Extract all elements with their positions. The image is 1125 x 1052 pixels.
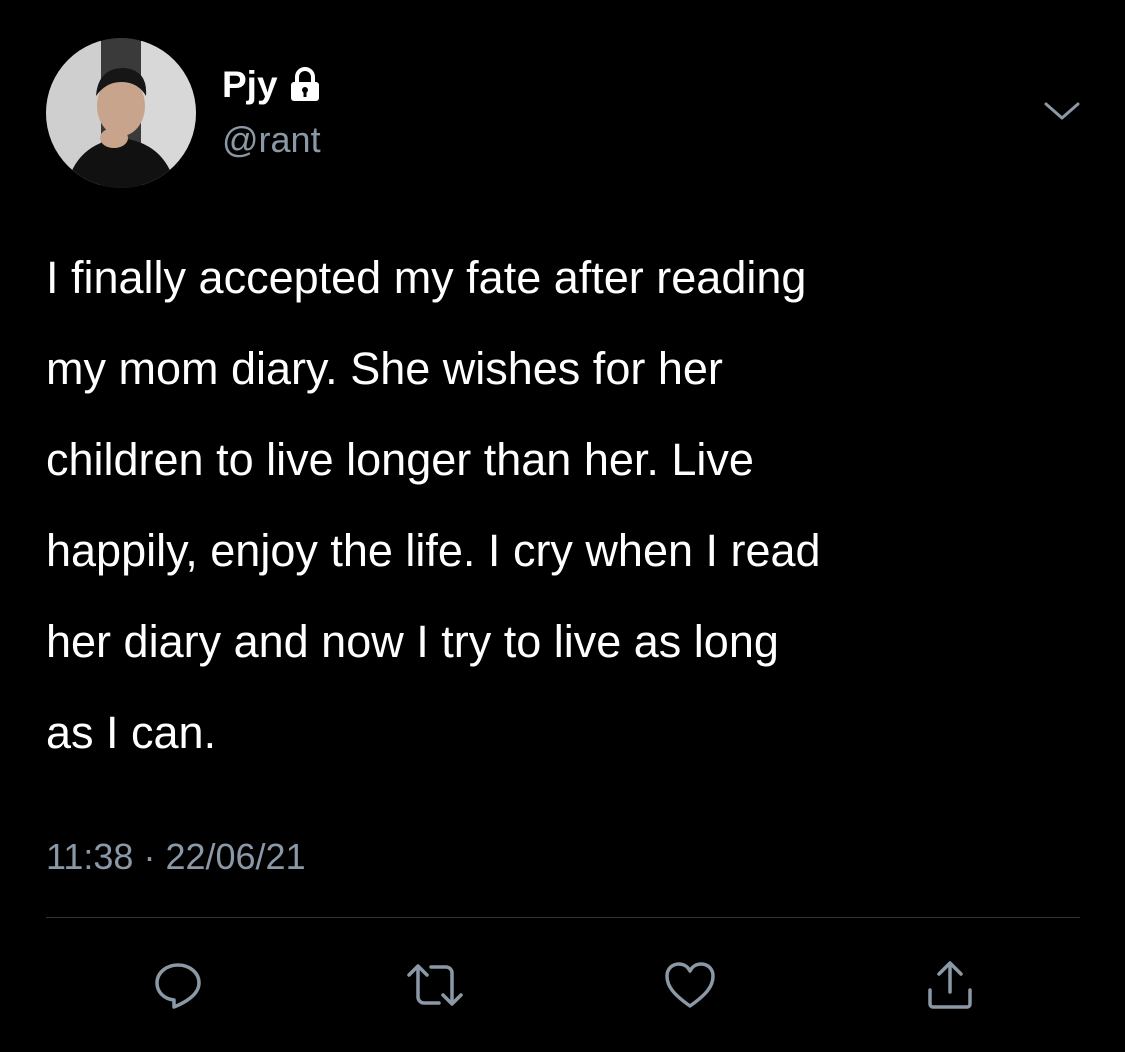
chevron-down-icon[interactable]: [1040, 96, 1084, 126]
retweet-button[interactable]: [405, 955, 465, 1015]
retweet-icon: [405, 959, 465, 1011]
avatar-photo: [46, 38, 196, 188]
tweet-date: 22/06/21: [165, 836, 306, 877]
reply-button[interactable]: [148, 955, 208, 1015]
share-button[interactable]: [920, 955, 980, 1015]
heart-icon: [663, 960, 717, 1010]
share-icon: [924, 958, 976, 1012]
meta-separator: ·: [143, 836, 156, 877]
tweet-timestamp: 11:38 · 22/06/21: [46, 835, 306, 879]
tweet-time: 11:38: [46, 836, 134, 877]
display-name[interactable]: Pjy: [222, 62, 278, 108]
tweet-text: I finally accepted my fate after reading…: [46, 252, 821, 758]
reply-icon: [152, 959, 204, 1011]
action-bar: [0, 955, 1125, 1015]
avatar[interactable]: [46, 38, 196, 188]
name-row: Pjy: [222, 62, 322, 108]
divider: [46, 917, 1080, 918]
tweet-card: Pjy @rant I finally accepted my fate aft…: [0, 0, 1125, 1052]
like-button[interactable]: [660, 955, 720, 1015]
lock-icon: [288, 67, 322, 103]
user-handle[interactable]: @rant: [222, 118, 321, 162]
